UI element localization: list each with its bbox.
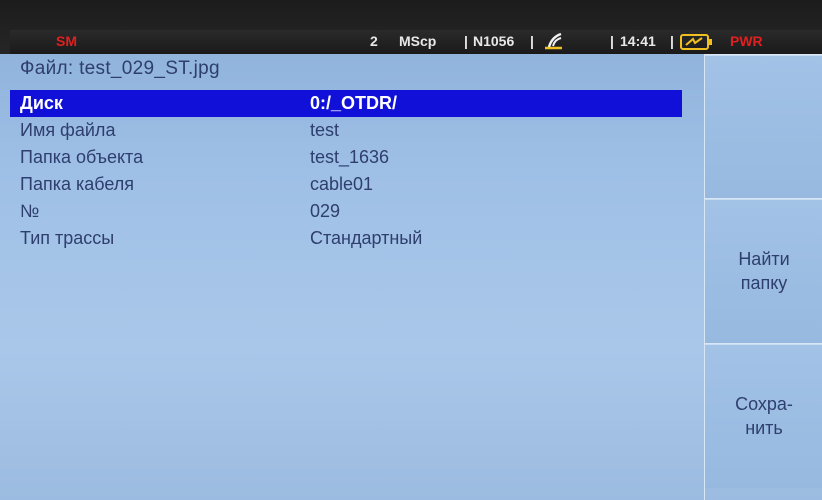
field-row-file-name[interactable]: Имя файла test [10,117,682,144]
field-label: Папка объекта [20,147,144,167]
averaging-indicator: MScp [399,33,437,49]
softkey-blank[interactable] [705,54,822,199]
battery-charging-icon [680,33,714,54]
field-label: Папка кабеля [20,174,135,194]
clock: 14:41 [620,33,656,49]
status-separator: | [530,33,534,49]
count-indicator: N1056 [473,33,515,49]
status-separator: | [464,33,468,49]
field-row-number[interactable]: № 029 [10,198,682,225]
field-label: № [20,201,40,221]
channel-indicator: 2 [370,33,378,49]
field-value: 0:/_OTDR/ [310,93,398,113]
probe-icon [542,31,566,54]
softkey-label-line1: Сохра- [735,394,793,414]
softkey-label-line1: Найти [738,249,790,269]
softkey-label-line2: нить [745,418,783,438]
field-row-object-folder[interactable]: Папка объекта test_1636 [10,144,682,171]
save-button[interactable]: Сохра- нить [705,343,822,488]
status-separator: | [670,33,674,49]
file-save-panel: Файл: test_029_ST.jpg Диск 0:/_OTDR/ Имя… [10,56,700,496]
field-row-trace-type[interactable]: Тип трассы Стандартный [10,225,682,252]
file-name-title: Файл: test_029_ST.jpg [20,58,220,79]
find-folder-button[interactable]: Найти папку [705,198,822,343]
field-value: test_1636 [310,147,390,167]
status-separator: | [610,33,614,49]
field-label: Имя файла [20,120,116,140]
status-bar-inner: SM 2 MScp | N1056 | | 14:41 | PWR [10,30,822,54]
power-indicator: PWR [730,33,763,49]
softkey-panel: Найти папку Сохра- нить [704,54,822,500]
field-row-cable-folder[interactable]: Папка кабеля cable01 [10,171,682,198]
field-label: Диск [20,93,63,113]
status-bar: SM 2 MScp | N1056 | | 14:41 | PWR [0,0,822,54]
softkey-label-line2: папку [740,273,788,293]
field-value: 029 [310,201,341,221]
field-value: test [310,120,340,140]
device-screen: SM 2 MScp | N1056 | | 14:41 | PWR Файл: … [0,0,822,500]
field-row-disk[interactable]: Диск 0:/_OTDR/ [10,90,682,117]
mode-indicator: SM [56,33,77,49]
field-label: Тип трассы [20,228,115,248]
field-value: Стандартный [310,228,423,248]
field-value: cable01 [310,174,374,194]
